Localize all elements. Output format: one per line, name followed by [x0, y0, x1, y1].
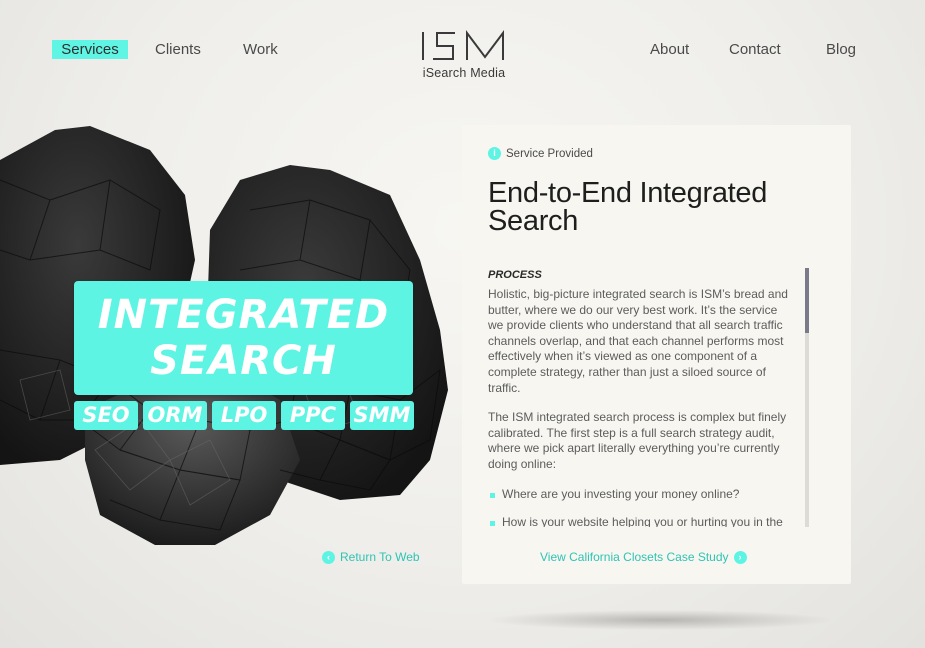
- service-tags: SEO ORM LPO PPC SMM: [74, 401, 414, 431]
- service-provided-text: Service Provided: [506, 147, 593, 160]
- process-heading: PROCESS: [488, 269, 542, 281]
- description-paragraph-1: Holistic, big-picture integrated search …: [488, 287, 788, 395]
- tag-orm: ORM: [143, 401, 207, 430]
- return-link-label: Return To Web: [340, 550, 420, 564]
- hero-title-box: INTEGRATED SEARCH: [74, 281, 413, 395]
- logo-mark: [422, 30, 504, 60]
- tag-smm: SMM: [350, 401, 414, 430]
- logo-subtitle: iSearch Media: [422, 66, 506, 80]
- logo[interactable]: iSearch Media: [418, 30, 510, 82]
- bullet-item: Where are you investing your money onlin…: [488, 487, 788, 503]
- nav-blog[interactable]: Blog: [826, 40, 856, 59]
- tag-seo: SEO: [74, 401, 138, 430]
- forward-arrow-icon: ›: [733, 550, 747, 564]
- return-to-web-link[interactable]: ‹ Return To Web: [322, 550, 420, 564]
- hero-title-line2: SEARCH: [150, 338, 337, 384]
- bullet-item: How is your website helping you or hurti…: [488, 515, 788, 527]
- nav-work[interactable]: Work: [243, 40, 278, 59]
- service-provided-label: i Service Provided: [488, 147, 593, 160]
- service-panel: i Service Provided End-to-End Integrated…: [462, 125, 851, 584]
- tag-ppc: PPC: [281, 401, 345, 430]
- scrollbar-thumb[interactable]: [805, 268, 809, 333]
- nav-services[interactable]: Services: [52, 40, 128, 59]
- case-study-link-label: View California Closets Case Study: [540, 550, 729, 564]
- nav-contact[interactable]: Contact: [729, 40, 781, 59]
- back-arrow-icon: ‹: [322, 550, 335, 564]
- case-study-link[interactable]: View California Closets Case Study ›: [540, 550, 747, 564]
- nav-about[interactable]: About: [650, 40, 689, 59]
- info-icon: i: [488, 147, 501, 160]
- scrollbar-track[interactable]: [805, 268, 809, 527]
- nav-clients[interactable]: Clients: [155, 40, 201, 59]
- hero-title-line1: INTEGRATED: [97, 292, 390, 338]
- description-paragraph-2: The ISM integrated search process is com…: [488, 410, 787, 471]
- panel-shadow: [490, 610, 830, 630]
- tag-lpo: LPO: [212, 401, 276, 430]
- panel-title: End-to-End Integrated Search: [488, 177, 768, 237]
- description-scroll-area[interactable]: PROCESS Holistic, big-picture integrated…: [488, 269, 788, 527]
